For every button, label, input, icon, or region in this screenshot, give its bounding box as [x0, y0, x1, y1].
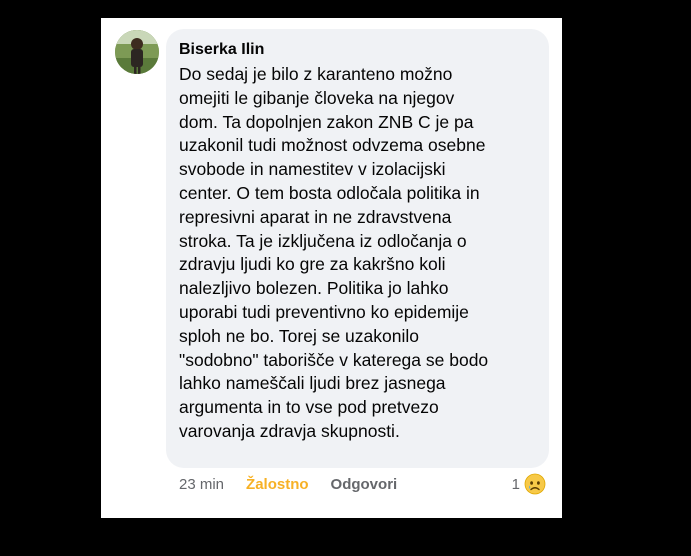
comment-line: omejiti le gibanje človeka na njegov: [179, 87, 455, 108]
comment-actions: 23 min Žalostno Odgovori: [179, 476, 397, 493]
comment-line: nalezljivo bolezen. Politika jo lahko: [179, 278, 449, 299]
avatar[interactable]: [115, 30, 159, 74]
avatar-photo: [115, 30, 159, 74]
comment-line: lahko nameščali ljudi brez jasnega: [179, 373, 446, 394]
comment-line: center. O tem bosta odločala politika in: [179, 182, 480, 203]
comment-line: sploh ne bo. Torej se uzakonilo: [179, 325, 419, 346]
comment-line: represivni aparat in ne zdravstvena: [179, 206, 452, 227]
comment-timestamp[interactable]: 23 min: [179, 476, 224, 493]
comment-line: varovanja zdravja skupnosti.: [179, 420, 400, 441]
sad-emoji-icon: [524, 473, 546, 495]
reply-button[interactable]: Odgovori: [331, 476, 398, 493]
comment-bubble: Biserka Ilin Do sedaj je bilo z karanten…: [166, 29, 549, 468]
reaction-button[interactable]: Žalostno: [246, 476, 309, 493]
comment-line: uporabi tudi preventivno ko epidemije: [179, 301, 469, 322]
comment-line: uzakonil tudi možnost odvzema osebne: [179, 135, 486, 156]
comment-author[interactable]: Biserka Ilin: [179, 40, 537, 60]
reaction-summary[interactable]: 1: [512, 473, 546, 495]
comment-line: zdravju ljudi ko gre za kakršno koli: [179, 254, 446, 275]
reaction-count: 1: [511, 475, 520, 493]
comment-text: Do sedaj je bilo z karanteno možno omeji…: [179, 63, 537, 444]
comment-line: argumenta in to vse pod pretvezo: [179, 397, 439, 418]
comment-line: dom. Ta dopolnjen zakon ZNB C je pa: [179, 111, 474, 132]
comment-line: Do sedaj je bilo z karanteno možno: [179, 64, 453, 84]
comment-line: svobode in namestitev v izolacijski: [179, 159, 446, 180]
comment-card: Biserka Ilin Do sedaj je bilo z karanten…: [101, 18, 562, 518]
comment-line: "sodobno" taborišče v katerega se bodo: [179, 349, 489, 370]
comment-line: stroka. Ta je izključena iz odločanja o: [179, 230, 467, 251]
